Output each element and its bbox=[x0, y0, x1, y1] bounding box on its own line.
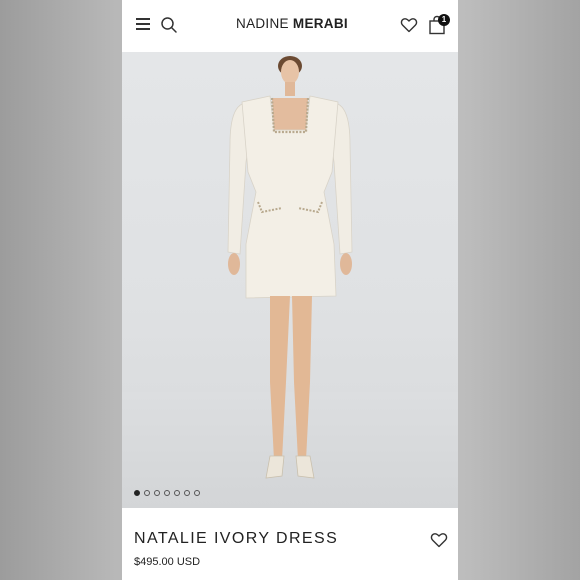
wishlist-heart-icon[interactable] bbox=[430, 531, 448, 549]
gallery-dot-5[interactable] bbox=[174, 490, 180, 496]
gallery-dot-4[interactable] bbox=[164, 490, 170, 496]
site-header: NADINE MERABI 1 bbox=[122, 0, 458, 52]
product-image[interactable] bbox=[122, 52, 458, 508]
brand-logo[interactable]: NADINE MERABI bbox=[202, 16, 382, 31]
brand-name-bold: MERABI bbox=[292, 16, 348, 31]
gallery-pagination bbox=[134, 490, 200, 498]
gallery-dot-6[interactable] bbox=[184, 490, 190, 496]
heart-icon[interactable] bbox=[400, 16, 418, 34]
gallery-dot-1[interactable] bbox=[134, 490, 140, 496]
brand-name-light: NADINE bbox=[236, 16, 289, 31]
phone-screen: NADINE MERABI 1 NATALIE IVORY DRESS $495… bbox=[122, 0, 458, 580]
model-wearing-dress bbox=[227, 56, 353, 479]
search-icon[interactable] bbox=[160, 16, 178, 34]
cart-count-badge: 1 bbox=[438, 14, 450, 26]
gallery-dot-3[interactable] bbox=[154, 490, 160, 496]
product-price: $495.00 USD bbox=[134, 556, 201, 568]
product-info: NATALIE IVORY DRESS $495.00 USD bbox=[122, 508, 458, 580]
gallery-dot-7[interactable] bbox=[194, 490, 200, 496]
menu-icon[interactable] bbox=[136, 18, 150, 32]
product-title: NATALIE IVORY DRESS bbox=[134, 530, 339, 547]
gallery-dot-2[interactable] bbox=[144, 490, 150, 496]
